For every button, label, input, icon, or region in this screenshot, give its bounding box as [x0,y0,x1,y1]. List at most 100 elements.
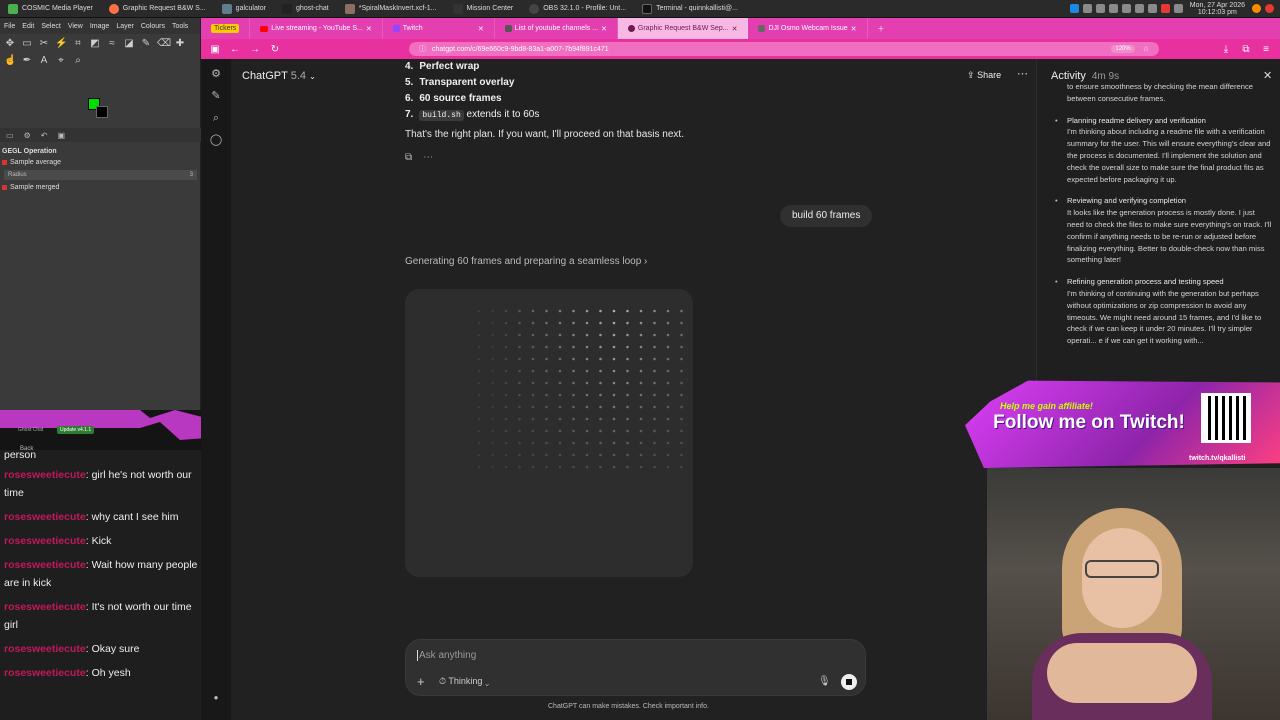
back-arrow-icon[interactable]: ← [229,44,241,55]
picker-icon[interactable]: ⌖ [55,55,67,67]
new-chat-icon[interactable]: ✎ [201,85,231,107]
webcam-feed [987,468,1280,720]
close-icon[interactable]: ✕ [851,25,857,33]
tab-youtube-channels[interactable]: List of youtube channels ... ✕ [495,18,618,39]
bucket-icon[interactable]: ◪ [123,38,135,50]
forward-arrow-icon[interactable]: → [249,44,261,55]
radius-slider[interactable]: Radius 3 [4,170,197,180]
smudge-icon[interactable]: ☝ [4,55,16,67]
images-tab-icon[interactable]: ▣ [57,131,65,140]
tray-icon[interactable] [1095,4,1105,13]
add-attachment-icon[interactable]: + [417,674,425,689]
heal-icon[interactable]: ✚ [174,38,186,50]
taskbar-task-galculator[interactable]: galculator [214,0,274,17]
reload-icon[interactable]: ↻ [269,44,281,55]
zoom-icon[interactable]: ⌕ [72,55,84,67]
text-icon[interactable]: A [38,55,50,67]
menu-file[interactable]: File [4,23,15,30]
microphone-icon[interactable] [1160,4,1170,13]
share-icon: ⇪ [967,70,975,80]
more-actions-icon[interactable]: ⋯ [423,152,433,163]
transform-icon[interactable]: ◩ [89,38,101,50]
site-info-icon[interactable]: ⓘ [419,44,426,54]
generation-status[interactable]: Generating 60 frames and preparing a sea… [405,256,647,267]
browser-tab-bar: Tickers Live streaming - YouTube S... ✕ T… [201,18,1280,39]
taskbar-task-media-player[interactable]: COSMIC Media Player [0,0,101,17]
menu-view[interactable]: View [68,23,83,30]
profile-avatar-icon[interactable]: ● [201,687,231,709]
tab-youtube-live[interactable]: Live streaming - YouTube S... ✕ [250,18,383,39]
thinking-mode-selector[interactable]: ⏱ Thinking ⌄ [439,676,489,687]
tray-icon[interactable] [1121,4,1131,13]
tool-options-tab-icon[interactable]: ▭ [6,131,14,140]
microphone-icon[interactable]: 🎙 [818,676,831,687]
more-options-icon[interactable]: ⋯ [1017,67,1028,80]
downloads-icon[interactable]: ⤓ [1220,44,1232,55]
share-button[interactable]: ⇪ Share [967,70,1001,81]
bookmark-star-icon[interactable]: ☆ [1143,45,1149,53]
device-status-tab-icon[interactable]: ⚙ [24,131,31,140]
tab-chatgpt-active[interactable]: Graphic Request B&W Sep... ✕ [617,18,749,39]
menu-layer[interactable]: Layer [116,23,134,30]
sample-merged-checkbox[interactable]: Sample merged [0,182,201,193]
path-icon[interactable]: ✒ [21,55,33,67]
lasso-icon[interactable]: ✂ [38,38,50,50]
taskbar-task-obs[interactable]: OBS 32.1.0 - Profile: Unt... [521,0,634,17]
model-selector[interactable]: ChatGPT 5.4 ⌄ [242,70,316,82]
loading-dot [680,333,683,337]
warp-icon[interactable]: ≈ [106,38,118,50]
loading-dot [666,369,670,373]
eraser-icon[interactable]: ⌫ [157,38,171,50]
copy-icon[interactable]: ⧉ [405,152,412,163]
activity-item: Refining generation process and testing … [1055,276,1273,347]
menu-image[interactable]: Image [90,23,109,30]
stop-generation-button[interactable] [841,674,857,690]
zoom-indicator[interactable]: 120% [1111,45,1135,53]
notification-icon[interactable] [1252,4,1261,13]
move-tool-icon[interactable]: ✥ [4,38,16,50]
tab-tickers[interactable]: Tickers [201,18,251,39]
taskbar-task-terminal[interactable]: Terminal - quinnkallisti@... [634,0,746,17]
taskbar-task-firefox[interactable]: Graphic Request B&W S... [101,0,214,17]
new-tab-button[interactable]: ＋ [868,18,895,39]
crop-icon[interactable]: ⌗ [72,38,84,50]
rect-select-icon[interactable]: ▭ [21,38,33,50]
menu-icon[interactable]: ≡ [1260,44,1272,55]
sample-average-checkbox[interactable]: Sample average [0,157,201,168]
wand-icon[interactable]: ⚡ [55,38,67,50]
tab-dji-osmo[interactable]: DJI Osmo Webcam Issue ✕ [748,18,868,39]
taskbar-task-gimp[interactable]: *SpiralMaskInvert.xcf-1... [337,0,445,17]
tray-icon[interactable] [1147,4,1157,13]
tray-app-icon[interactable] [1069,4,1079,13]
prompt-input[interactable]: Ask anything [417,650,476,661]
background-color-swatch[interactable] [96,106,108,118]
extensions-icon[interactable]: ⧉ [1240,44,1252,55]
taskbar-task-mission-center[interactable]: Mission Center [445,0,522,17]
close-icon[interactable]: ✕ [601,25,607,33]
openai-logo-icon[interactable]: ⚙ [201,63,231,85]
menu-tools[interactable]: Tools [172,23,188,30]
update-badge[interactable]: Update v4.1.1 [57,426,95,434]
tab-twitch[interactable]: Twitch ✕ [383,18,495,39]
close-icon[interactable]: ✕ [732,25,738,33]
tray-icon[interactable] [1134,4,1144,13]
search-icon[interactable]: ⌕ [201,107,231,129]
close-icon[interactable]: ✕ [366,25,372,33]
undo-history-tab-icon[interactable]: ↶ [41,131,48,140]
power-icon[interactable] [1265,4,1274,13]
volume-icon[interactable] [1173,4,1183,13]
sidebar-toggle-icon[interactable]: ▣ [209,44,221,55]
menu-edit[interactable]: Edit [22,23,34,30]
menu-colours[interactable]: Colours [141,23,165,30]
clock[interactable]: Mon, 27 Apr 2026 10:12:03 pm [1190,2,1245,16]
brush-icon[interactable]: ✎ [140,38,152,50]
tray-icon[interactable] [1108,4,1118,13]
url-field[interactable]: ⓘ chatgpt.com/c/69e660c9-9bd8-83a1-a007-… [409,42,1159,56]
loading-dot [599,345,602,349]
loading-dot [572,405,575,409]
taskbar-task-ghost-chat[interactable]: ghost-chat [274,0,337,17]
close-icon[interactable]: ✕ [478,25,484,33]
menu-select[interactable]: Select [41,23,60,30]
tray-icon[interactable] [1082,4,1092,13]
library-icon[interactable]: ◯ [201,129,231,151]
